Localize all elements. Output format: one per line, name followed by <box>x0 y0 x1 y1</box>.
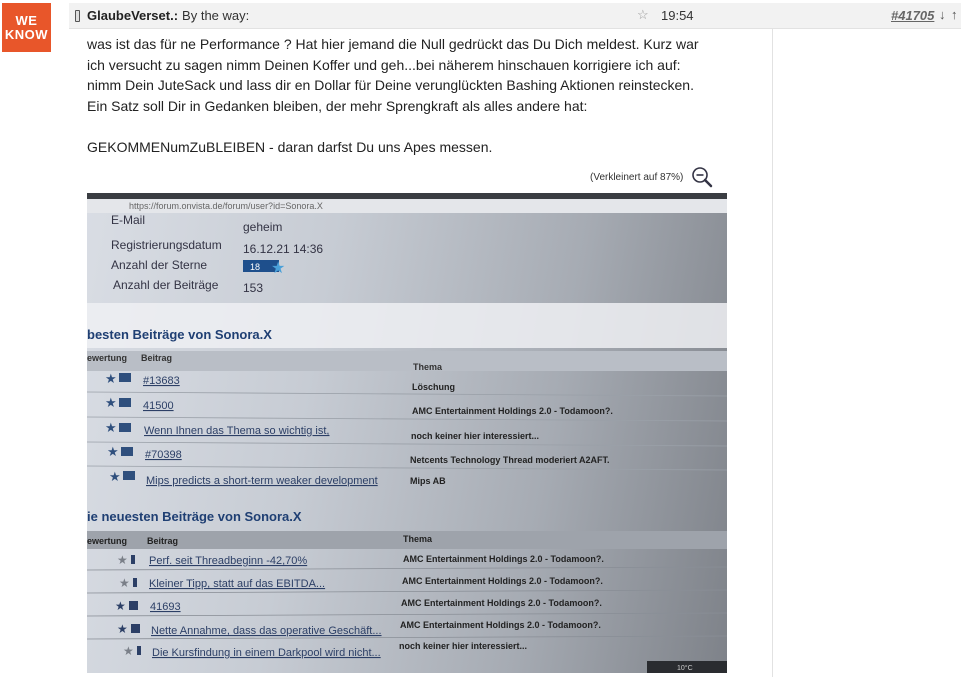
author-name[interactable]: GlaubeVerset.: <box>87 8 178 23</box>
post-header: GlaubeVerset.: By the way: ☆ 19:54 #4170… <box>69 3 961 29</box>
best-post-topic: Netcents Technology Thread moderiert A2A… <box>410 455 610 465</box>
svg-text:★: ★ <box>123 644 134 658</box>
profile-label: Anzahl der Beiträge <box>113 278 219 292</box>
svg-text:★: ★ <box>109 469 121 484</box>
avatar[interactable]: WE KNOW <box>2 3 51 52</box>
best-post-topic: AMC Entertainment Holdings 2.0 - Todamoo… <box>412 406 613 416</box>
col-rating: ewertung <box>87 536 127 546</box>
profile-label: E-Mail <box>111 213 145 227</box>
body-line: nimm Dein JuteSack und lass dir en Dolla… <box>87 77 694 93</box>
col-post: Beitrag <box>147 536 178 546</box>
newest-post-link[interactable]: Perf. seit Threadbeginn -42,70% <box>149 555 307 567</box>
post-title: By the way: <box>182 8 250 23</box>
newest-post-link[interactable]: 41693 <box>150 601 181 613</box>
svg-text:★: ★ <box>105 420 117 435</box>
profile-value: 16.12.21 14:36 <box>243 242 323 256</box>
column-divider <box>772 28 773 677</box>
attached-screenshot-photo[interactable]: https://forum.onvista.de/forum/user?id=S… <box>87 193 727 673</box>
arrow-down-icon[interactable]: ↓ <box>939 7 946 22</box>
profile-value: geheim <box>243 220 282 234</box>
newest-posts-heading: ie neuesten Beiträge von Sonora.X <box>87 509 302 524</box>
best-post-topic: Mips AB <box>410 476 446 486</box>
svg-text:★: ★ <box>107 444 119 459</box>
post-body: was ist das für ne Performance ? Hat hie… <box>87 34 767 157</box>
body-line: was ist das für ne Performance ? Hat hie… <box>87 36 699 52</box>
svg-text:★: ★ <box>117 622 128 636</box>
svg-text:★: ★ <box>105 371 117 386</box>
profile-label: Registrierungsdatum <box>111 238 222 252</box>
best-post-link[interactable]: 41500 <box>143 400 174 412</box>
profile-label: Anzahl der Sterne <box>111 258 207 272</box>
svg-text:★: ★ <box>119 576 130 590</box>
best-post-topic: Löschung <box>412 382 455 392</box>
newest-post-link[interactable]: Die Kursfindung in einem Darkpool wird n… <box>152 647 381 659</box>
best-post-topic: noch keiner hier interessiert... <box>411 431 539 441</box>
newest-post-topic: noch keiner hier interessiert... <box>399 641 527 651</box>
col-topic: Thema <box>403 534 433 544</box>
col-post: Beitrag <box>141 353 172 363</box>
zoom-out-icon[interactable] <box>691 166 713 188</box>
blue-star-icon: ★ <box>271 260 285 277</box>
col-rating: ewertung <box>87 353 127 363</box>
newest-post-topic: AMC Entertainment Holdings 2.0 - Todamoo… <box>402 576 603 586</box>
weather-text: 10°C <box>677 664 693 672</box>
post-number-link[interactable]: #41705 <box>891 8 934 23</box>
best-post-link[interactable]: #13683 <box>143 375 180 387</box>
newest-post-topic: AMC Entertainment Holdings 2.0 - Todamoo… <box>403 554 604 564</box>
arrow-up-icon[interactable]: ↑ <box>951 7 958 22</box>
body-closing-line: GEKOMMENumZuBLEIBEN - daran darfst Du un… <box>87 138 493 155</box>
newest-post-topic: AMC Entertainment Holdings 2.0 - Todamoo… <box>400 620 601 630</box>
body-line: Ein Satz soll Dir in Gedanken bleiben, d… <box>87 97 588 114</box>
star-count: 18 <box>250 262 260 272</box>
best-posts-heading: besten Beiträge von Sonora.X <box>87 327 272 342</box>
svg-text:★: ★ <box>115 599 126 613</box>
newest-post-topic: AMC Entertainment Holdings 2.0 - Todamoo… <box>401 598 602 608</box>
avatar-line1: WE <box>15 12 38 28</box>
image-scale-note: (Verkleinert auf 87%) <box>590 172 684 183</box>
svg-text:★: ★ <box>117 553 128 567</box>
mobile-phone-icon <box>75 9 80 22</box>
newest-post-link[interactable]: Kleiner Tipp, statt auf das EBITDA... <box>149 578 325 590</box>
best-post-link[interactable]: #70398 <box>145 449 182 461</box>
star-icon[interactable]: ☆ <box>637 7 649 23</box>
svg-text:★: ★ <box>105 395 117 410</box>
best-post-link[interactable]: Wenn Ihnen das Thema so wichtig ist, <box>144 425 329 437</box>
photo-url: https://forum.onvista.de/forum/user?id=S… <box>129 201 323 211</box>
avatar-line2: KNOW <box>4 26 49 42</box>
post-time: 19:54 <box>661 8 694 23</box>
newest-post-link[interactable]: Nette Annahme, dass das operative Geschä… <box>151 625 382 637</box>
body-line: ich versucht zu sagen nimm Deinen Koffer… <box>87 56 681 73</box>
col-topic: Thema <box>413 362 443 372</box>
best-post-link[interactable]: Mips predicts a short-term weaker develo… <box>146 475 378 487</box>
profile-value: 153 <box>243 281 263 295</box>
